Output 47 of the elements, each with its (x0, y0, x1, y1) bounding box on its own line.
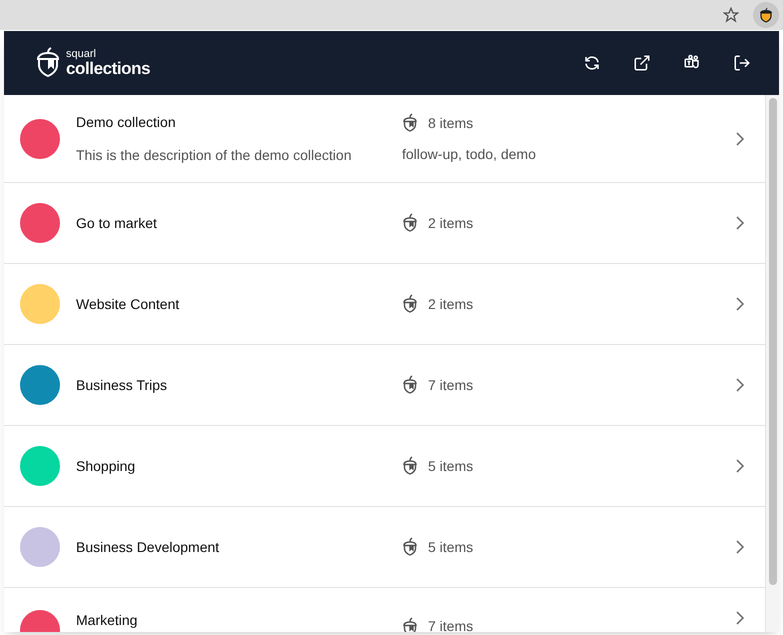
item-count: 8 items (428, 114, 474, 132)
collection-row[interactable]: Marketing 7 items (4, 588, 765, 632)
acorn-icon (402, 213, 418, 233)
chevron-right-icon[interactable] (735, 458, 745, 474)
item-count: 7 items (428, 376, 474, 394)
external-link-icon[interactable] (633, 54, 651, 72)
acorn-icon (759, 7, 773, 23)
chevron-right-icon[interactable] (735, 539, 745, 555)
refresh-icon[interactable] (583, 54, 601, 72)
item-count: 2 items (428, 294, 474, 314)
acorn-logo-icon (36, 47, 60, 79)
collection-row[interactable]: Shopping 5 items (4, 426, 765, 507)
chevron-right-icon[interactable] (735, 296, 745, 312)
chevron-right-icon[interactable] (735, 610, 745, 626)
chevron-right-icon[interactable] (735, 215, 745, 231)
collection-row[interactable]: Business Development 5 items (4, 507, 765, 588)
collection-row[interactable]: Demo collection This is the description of the demo collection 8 items follow-up, todo, demo (4, 95, 765, 183)
scrollbar-thumb[interactable] (768, 98, 776, 585)
acorn-icon (402, 616, 418, 632)
logout-icon[interactable] (733, 54, 751, 72)
item-count: 2 items (428, 214, 474, 232)
acorn-icon (402, 375, 418, 395)
acorn-icon (402, 456, 418, 476)
brand-large-text: collections (66, 60, 150, 77)
item-count: 5 items (428, 456, 474, 476)
collection-row[interactable]: Go to market 2 items (4, 183, 765, 264)
star-icon[interactable] (723, 7, 739, 23)
collection-description: This is the description of the demo collection (76, 146, 352, 165)
collection-name: Shopping (76, 456, 136, 476)
brand-small-text: squarl (66, 49, 97, 60)
chevron-right-icon[interactable] (735, 130, 745, 146)
collection-tags: follow-up, todo, demo (402, 144, 735, 164)
item-count: 7 items (428, 617, 474, 632)
acorn-icon (402, 537, 418, 557)
collection-name: Marketing (76, 611, 138, 630)
collection-row[interactable]: Business Trips 7 items (4, 345, 765, 426)
chevron-right-icon[interactable] (735, 377, 745, 393)
collection-name: Go to market (76, 214, 158, 232)
acorn-icon (402, 294, 418, 314)
extension-button[interactable] (753, 2, 779, 28)
acorn-icon (402, 113, 418, 133)
collection-name: Website Content (76, 294, 180, 314)
collection-name: Demo collection (76, 112, 177, 132)
collection-name: Business Development (76, 538, 220, 557)
collection-row[interactable]: Website Content 2 items (4, 264, 765, 345)
item-count: 5 items (428, 538, 474, 556)
collection-name: Business Trips (76, 376, 168, 395)
